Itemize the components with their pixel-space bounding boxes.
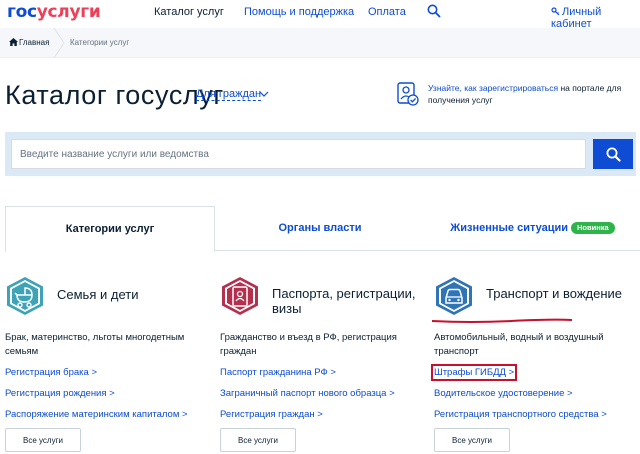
tab-authorities[interactable]: Органы власти bbox=[215, 206, 425, 251]
logo-part-gos: гос bbox=[7, 2, 37, 22]
all-services-button[interactable]: Все услуги bbox=[434, 428, 510, 452]
breadcrumb-home[interactable]: Главная bbox=[19, 38, 49, 47]
all-services-button[interactable]: Все услуги bbox=[5, 428, 81, 452]
link-maternity-capital[interactable]: Распоряжение материнским капиталом > bbox=[5, 409, 188, 420]
registration-link[interactable]: Узнайте, как зарегистрироваться bbox=[428, 83, 558, 93]
category-links: Штрафы ГИБДД > Водительское удостоверени… bbox=[431, 364, 607, 430]
category-title[interactable]: Семья и дети bbox=[57, 287, 207, 302]
page-title: Каталог госуслуг bbox=[5, 80, 224, 110]
link-citizen-registration[interactable]: Регистрация граждан > bbox=[220, 409, 395, 420]
category-description: Брак, материнство, льготы многодетным се… bbox=[5, 332, 185, 357]
tab-life-label: Жизненные ситуации bbox=[450, 222, 569, 234]
personal-cabinet-link[interactable]: Личный кабинет bbox=[551, 6, 640, 30]
nav-payment[interactable]: Оплата bbox=[368, 6, 406, 18]
nav-catalog[interactable]: Каталог услуг bbox=[154, 6, 224, 18]
red-underline-annotation bbox=[431, 318, 573, 323]
search-icon bbox=[606, 147, 621, 162]
gosuslugi-logo[interactable]: госуслуги bbox=[7, 2, 101, 22]
car-icon[interactable] bbox=[434, 276, 474, 316]
tab-categories[interactable]: Категории услуг bbox=[5, 206, 215, 252]
category-links: Регистрация брака > Регистрация рождения… bbox=[5, 367, 188, 430]
logo-part-uslugi: услуги bbox=[36, 2, 101, 22]
link-marriage-registration[interactable]: Регистрация брака > bbox=[5, 367, 188, 378]
tab-life-situations[interactable]: Жизненные ситуации Новинка bbox=[425, 206, 640, 251]
category-title[interactable]: Паспорта, регистрации, визы bbox=[272, 286, 422, 316]
link-internal-passport[interactable]: Паспорт гражданина РФ > bbox=[220, 367, 395, 378]
category-title[interactable]: Транспорт и вождение bbox=[486, 286, 636, 301]
breadcrumb: Главная Категории услуг bbox=[0, 28, 640, 58]
category-description: Гражданство и въезд в РФ, регистрация гр… bbox=[220, 332, 397, 357]
search-button[interactable] bbox=[593, 139, 633, 169]
chevron-down-icon[interactable] bbox=[259, 90, 269, 98]
nav-help[interactable]: Помощь и поддержка bbox=[244, 6, 354, 18]
passport-icon[interactable] bbox=[220, 276, 260, 316]
all-services-button[interactable]: Все услуги bbox=[220, 428, 296, 452]
category-links: Паспорт гражданина РФ > Заграничный пасп… bbox=[220, 367, 395, 430]
category-description: Автомобильный, водный и воздушный трансп… bbox=[434, 332, 604, 357]
breadcrumb-current: Категории услуг bbox=[70, 38, 130, 47]
audience-selector[interactable]: Для граждан bbox=[196, 88, 262, 101]
red-box-annotation bbox=[431, 364, 517, 381]
link-driver-license[interactable]: Водительское удостоверение > bbox=[434, 388, 607, 399]
stroller-icon[interactable] bbox=[5, 276, 45, 316]
link-foreign-passport[interactable]: Заграничный паспорт нового образца > bbox=[220, 388, 395, 399]
registration-hint: Узнайте, как зарегистрироваться на порта… bbox=[428, 82, 628, 106]
breadcrumb-separator-icon bbox=[53, 28, 65, 58]
highlighted-link-wrapper: Штрафы ГИБДД > bbox=[431, 364, 607, 381]
home-icon bbox=[9, 38, 18, 46]
key-icon bbox=[551, 7, 560, 16]
top-header: госуслуги Каталог услуг Помощь и поддерж… bbox=[0, 0, 640, 30]
link-vehicle-registration[interactable]: Регистрация транспортного средства > bbox=[434, 409, 607, 420]
link-birth-registration[interactable]: Регистрация рождения > bbox=[5, 388, 188, 399]
new-badge: Новинка bbox=[571, 222, 615, 234]
search-input[interactable] bbox=[11, 139, 586, 169]
user-check-icon bbox=[397, 82, 419, 106]
search-icon[interactable] bbox=[427, 4, 441, 18]
